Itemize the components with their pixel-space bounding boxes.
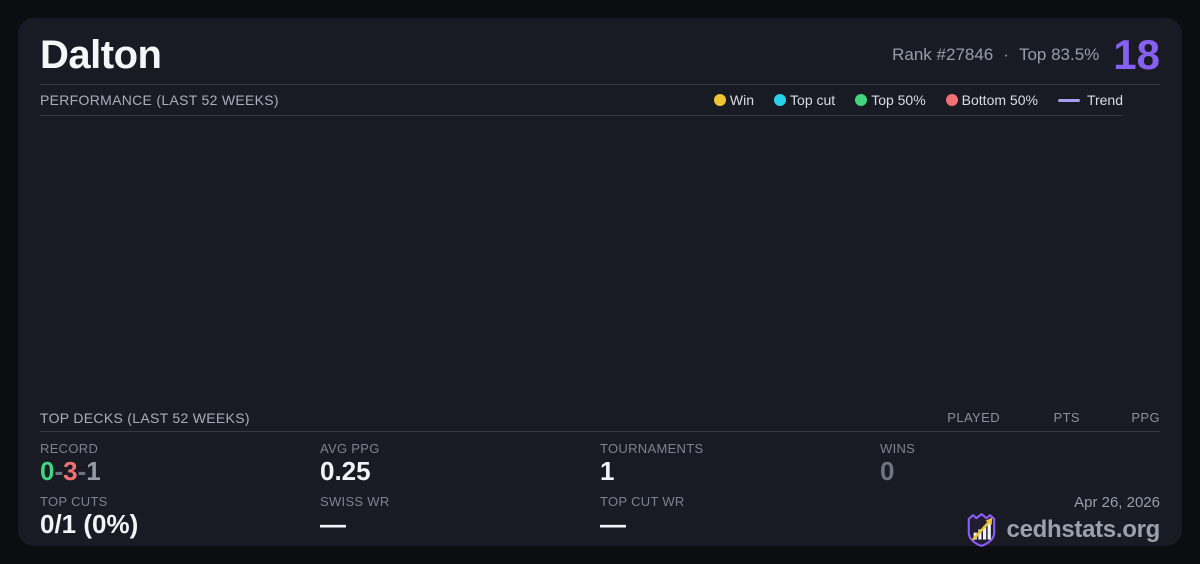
stat-avg-ppg: AVG PPG 0.25: [320, 434, 600, 487]
card-header: Dalton Rank #27846 · Top 83.5% 18: [40, 18, 1160, 85]
column-header-played: PLAYED: [920, 410, 1000, 425]
legend-label: Top cut: [790, 92, 835, 108]
footer-branding: Apr 26, 2026 cedhstats.org: [880, 487, 1160, 548]
top-cuts-value: 0/1 (0%): [40, 510, 320, 539]
rank-text: Rank #27846 · Top 83.5%: [892, 45, 1099, 65]
stats-summary: RECORD 0-3-1 AVG PPG 0.25 TOURNAMENTS 1 …: [40, 432, 1160, 540]
record-wins: 0: [40, 456, 54, 486]
date-label: Apr 26, 2026: [1074, 487, 1160, 511]
top-cut-dot-icon: [774, 94, 786, 106]
rank-separator: ·: [1003, 45, 1009, 65]
top-decks-columns: PLAYED PTS PPG: [920, 410, 1160, 425]
stat-record: RECORD 0-3-1: [40, 434, 320, 487]
legend-item-bottom-50: Bottom 50%: [946, 92, 1038, 108]
top-50-dot-icon: [855, 94, 867, 106]
cedhstats-shield-logo-icon: [964, 512, 999, 548]
performance-header: PERFORMANCE (LAST 52 WEEKS) Win Top cut …: [40, 85, 1123, 116]
stat-label: AVG PPG: [320, 434, 600, 456]
legend-item-top-50: Top 50%: [855, 92, 925, 108]
top-decks-section-title: TOP DECKS (LAST 52 WEEKS): [40, 410, 250, 426]
tournaments-value: 1: [600, 457, 880, 486]
stat-wins: WINS 0: [880, 434, 1160, 487]
trend-line-icon: [1058, 99, 1080, 102]
record-separator: -: [54, 456, 63, 486]
stat-top-cut-wr: TOP CUT WR —: [600, 487, 880, 548]
column-header-ppg: PPG: [1080, 410, 1160, 425]
stat-label: WINS: [880, 434, 1160, 456]
top-decks-header: TOP DECKS (LAST 52 WEEKS) PLAYED PTS PPG: [40, 404, 1160, 432]
legend-label: Top 50%: [871, 92, 925, 108]
legend-item-top-cut: Top cut: [774, 92, 835, 108]
points-value: 18: [1113, 34, 1160, 76]
legend-label: Bottom 50%: [962, 92, 1038, 108]
stat-label: RECORD: [40, 434, 320, 456]
legend-item-trend: Trend: [1058, 92, 1123, 108]
rank-label: Rank #27846: [892, 45, 993, 65]
chart-legend: Win Top cut Top 50% Bottom 50% Trend: [714, 92, 1123, 108]
rank-group: Rank #27846 · Top 83.5% 18: [892, 34, 1160, 76]
stat-swiss-wr: SWISS WR —: [320, 487, 600, 548]
stat-tournaments: TOURNAMENTS 1: [600, 434, 880, 487]
brand-name: cedhstats.org: [1007, 516, 1160, 544]
win-dot-icon: [714, 94, 726, 106]
swiss-wr-value: —: [320, 510, 600, 539]
column-header-pts: PTS: [1000, 410, 1080, 425]
record-separator: -: [78, 456, 87, 486]
record-draws: 1: [86, 456, 100, 486]
stats-row-2: TOP CUTS 0/1 (0%) SWISS WR — TOP CUT WR …: [40, 487, 1160, 540]
legend-item-win: Win: [714, 92, 754, 108]
player-stats-card: Dalton Rank #27846 · Top 83.5% 18 PERFOR…: [18, 18, 1182, 546]
avg-ppg-value: 0.25: [320, 457, 600, 486]
top-percent-label: Top 83.5%: [1019, 45, 1099, 65]
stat-top-cuts: TOP CUTS 0/1 (0%): [40, 487, 320, 548]
stat-label: TOURNAMENTS: [600, 434, 880, 456]
stats-row-1: RECORD 0-3-1 AVG PPG 0.25 TOURNAMENTS 1 …: [40, 434, 1160, 487]
stat-label: SWISS WR: [320, 487, 600, 509]
record-losses: 3: [63, 456, 77, 486]
wins-value: 0: [880, 457, 1160, 486]
legend-label: Win: [730, 92, 754, 108]
legend-label: Trend: [1087, 92, 1123, 108]
brand-row: cedhstats.org: [964, 512, 1160, 548]
performance-section-title: PERFORMANCE (LAST 52 WEEKS): [40, 92, 279, 108]
bottom-50-dot-icon: [946, 94, 958, 106]
stat-label: TOP CUTS: [40, 487, 320, 509]
record-value: 0-3-1: [40, 457, 320, 486]
performance-chart-area: [40, 116, 1160, 404]
top-cut-wr-value: —: [600, 510, 880, 539]
player-name: Dalton: [40, 33, 161, 78]
stat-label: TOP CUT WR: [600, 487, 880, 509]
